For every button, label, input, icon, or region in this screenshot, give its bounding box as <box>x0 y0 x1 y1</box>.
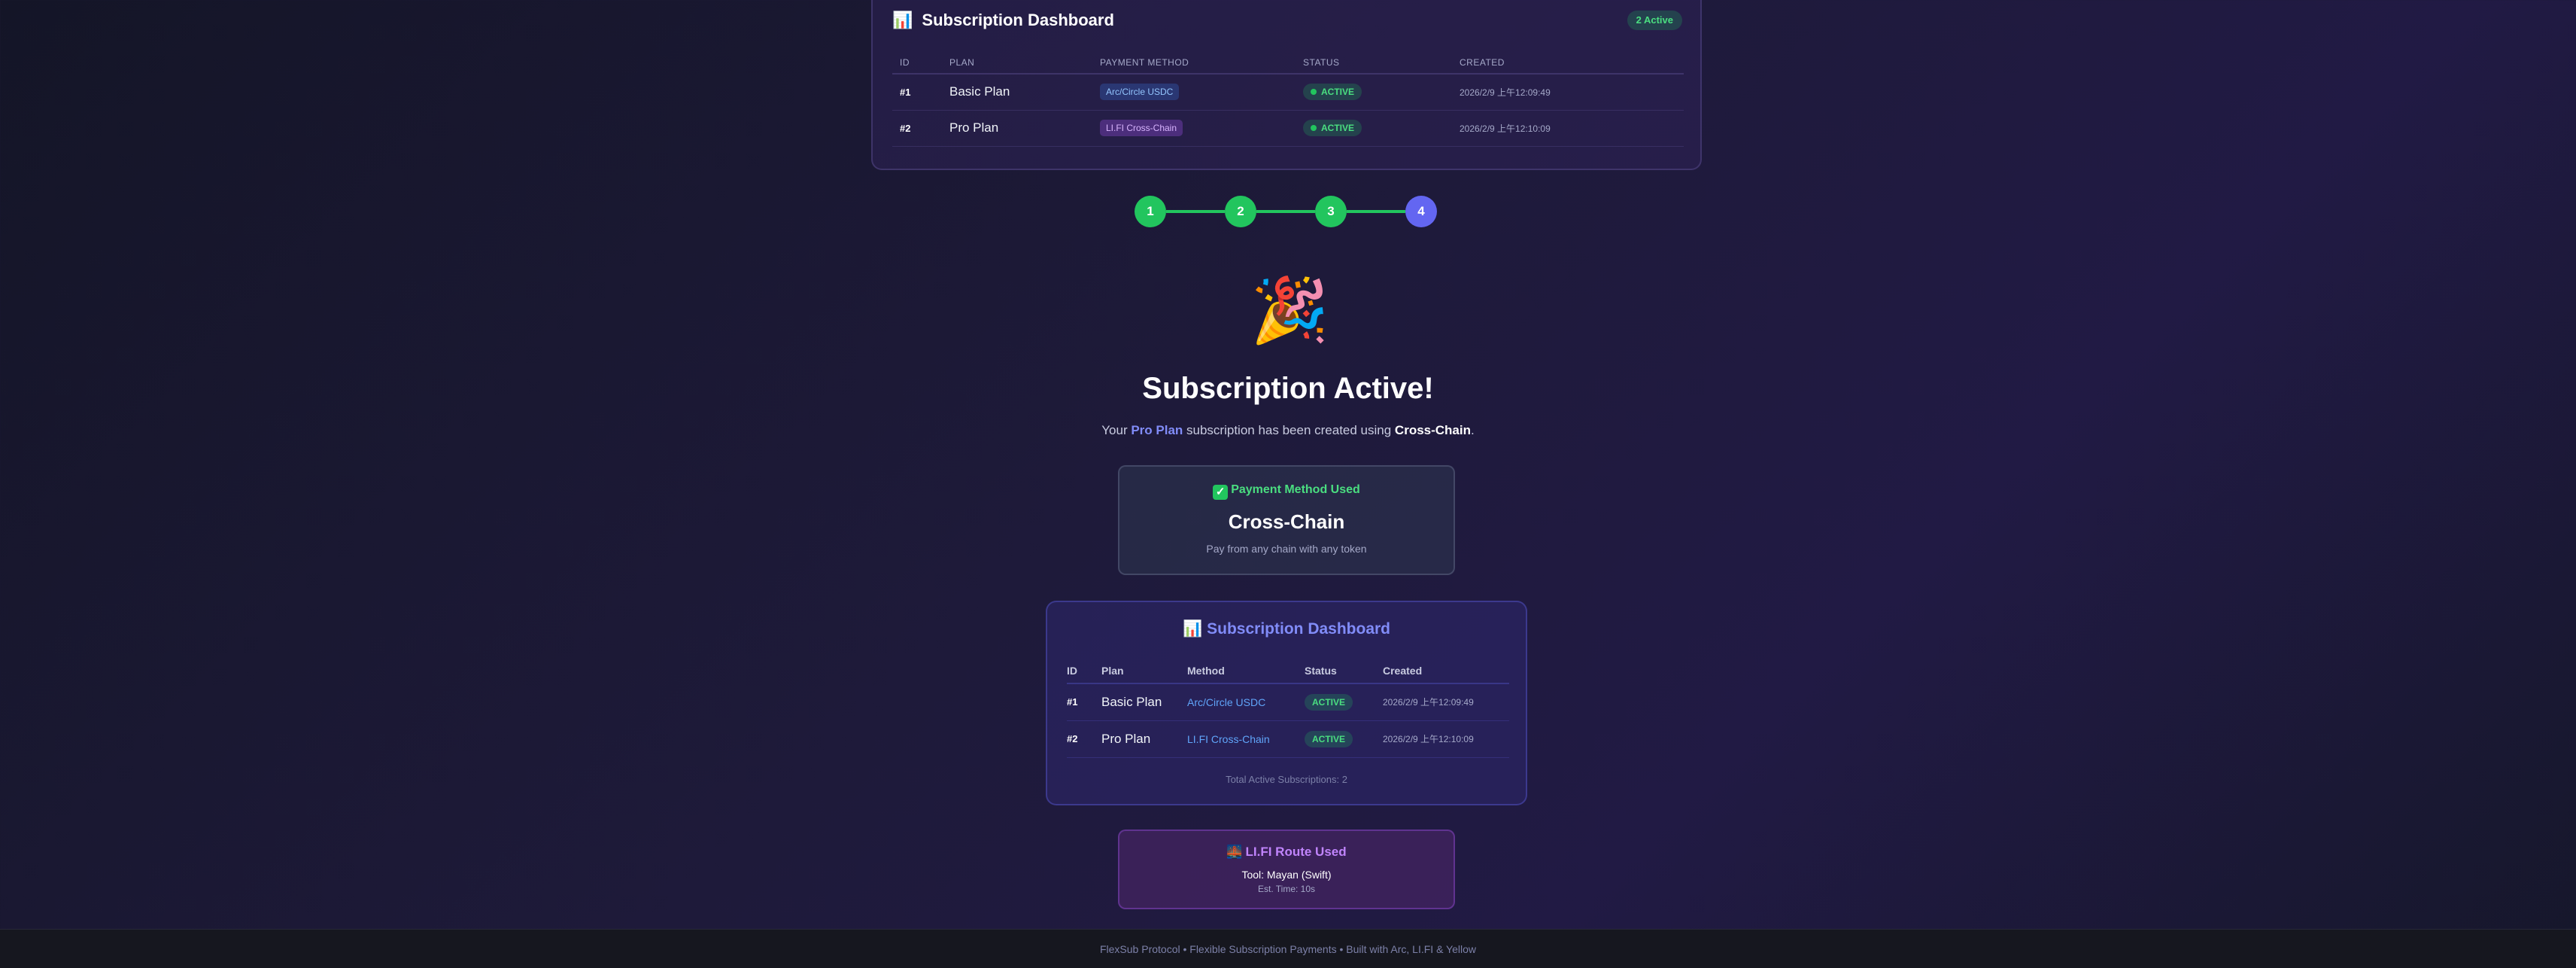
payment-method-name: Cross-Chain <box>1228 510 1345 533</box>
column-header-plan: Plan <box>1101 658 1187 684</box>
row-created: 2026/2/9 上午12:10:09 <box>1452 110 1684 147</box>
message-middle: subscription has been created using <box>1183 423 1395 437</box>
row-id: #1 <box>892 74 942 111</box>
payment-method-label-row: ✓ Payment Method Used <box>1119 483 1454 500</box>
top-dashboard-header: 📊 Subscription Dashboard <box>892 9 1114 32</box>
check-mark-icon: ✓ <box>1213 485 1229 500</box>
row-id: #1 <box>1067 683 1101 721</box>
column-header-id: ID <box>1067 658 1101 684</box>
top-subscription-dashboard: 📊 Subscription Dashboard 2 Active ID PLA… <box>871 0 1702 170</box>
row-method: Arc/Circle USDC <box>1187 683 1305 721</box>
column-header-method: Method <box>1187 658 1305 684</box>
total-active-subscriptions: Total Active Subscriptions: 2 <box>1226 774 1347 785</box>
dashboard-title: Subscription Dashboard <box>1207 620 1390 638</box>
row-plan: Pro Plan <box>1101 720 1187 758</box>
route-title: LI.FI Route Used <box>1245 845 1347 859</box>
column-header-id: ID <box>892 51 942 75</box>
subscriptions-table: ID Plan Method Status Created #1 Basic P… <box>1067 658 1509 758</box>
top-dashboard-title: Subscription Dashboard <box>922 11 1114 29</box>
page-footer: FlexSub Protocol • Flexible Subscription… <box>0 929 2576 968</box>
step-2: 2 <box>1225 196 1256 227</box>
payment-method-badge: Arc/Circle USDC <box>1100 84 1180 101</box>
column-header-status: STATUS <box>1296 51 1452 75</box>
column-header-status: Status <box>1305 658 1383 684</box>
active-count-badge: 2 Active <box>1627 11 1682 30</box>
message-suffix: . <box>1471 423 1475 437</box>
row-plan: Basic Plan <box>1101 683 1187 721</box>
payment-method-label: Payment Method Used <box>1231 483 1360 496</box>
plan-name: Pro Plan <box>1131 423 1183 437</box>
payment-method-card: ✓ Payment Method Used Cross-Chain Pay fro… <box>1118 465 1455 575</box>
step-connector <box>1166 210 1225 213</box>
lifi-route-card: 🌉 LI.FI Route Used Tool: Mayan (Swift) Es… <box>1118 829 1455 909</box>
step-connector <box>1256 210 1315 213</box>
route-eta: Est. Time: 10s <box>1257 884 1316 894</box>
method-name: Cross-Chain <box>1394 423 1471 437</box>
status-badge: ACTIVE <box>1303 84 1362 101</box>
column-header-created: CREATED <box>1452 51 1684 75</box>
table-row: #1 Basic Plan Arc/Circle USDC ACTIVE 202… <box>892 74 1684 111</box>
top-subscriptions-table: ID PLAN PAYMENT METHOD STATUS CREATED #1… <box>892 51 1684 147</box>
table-header-row: ID PLAN PAYMENT METHOD STATUS CREATED <box>892 51 1684 75</box>
table-header-row: ID Plan Method Status Created <box>1067 658 1509 684</box>
step-3: 3 <box>1315 196 1347 227</box>
status-badge: ACTIVE <box>1305 693 1353 711</box>
status-label: ACTIVE <box>1321 87 1355 98</box>
step-1: 1 <box>1135 196 1166 227</box>
status-label: ACTIVE <box>1321 123 1355 133</box>
row-created: 2026/2/9 上午12:09:49 <box>1383 683 1509 721</box>
table-row: #2 Pro Plan LI.FI Cross-Chain ACTIVE 202… <box>892 110 1684 147</box>
bar-chart-icon: 📊 <box>1182 620 1203 638</box>
payment-method-description: Pay from any chain with any token <box>1206 543 1367 555</box>
column-header-plan: PLAN <box>942 51 1092 75</box>
table-row: #2 Pro Plan LI.FI Cross-Chain ACTIVE 202… <box>1067 720 1509 758</box>
subscription-dashboard-card: 📊 Subscription Dashboard ID Plan Method S… <box>1046 601 1527 805</box>
step-connector <box>1347 210 1405 213</box>
column-header-created: Created <box>1383 658 1509 684</box>
dashboard-title-row: 📊 Subscription Dashboard <box>1047 620 1526 638</box>
route-title-row: 🌉 LI.FI Route Used <box>1119 845 1454 860</box>
row-created: 2026/2/9 上午12:10:09 <box>1383 720 1509 758</box>
row-id: #2 <box>892 110 942 147</box>
route-tool: Tool: Mayan (Swift) <box>1241 869 1332 881</box>
party-popper-icon: 🎉 <box>1250 275 1329 345</box>
status-badge: ACTIVE <box>1305 730 1353 747</box>
success-headline: Subscription Active! <box>1142 372 1434 405</box>
row-method: LI.FI Cross-Chain <box>1187 720 1305 758</box>
message-prefix: Your <box>1101 423 1132 437</box>
table-row: #1 Basic Plan Arc/Circle USDC ACTIVE 202… <box>1067 683 1509 721</box>
row-id: #2 <box>1067 720 1101 758</box>
progress-stepper: 1 2 3 4 <box>1135 196 1438 227</box>
column-header-payment-method: PAYMENT METHOD <box>1092 51 1296 75</box>
bar-chart-icon: 📊 <box>892 11 913 29</box>
success-message: Your Pro Plan subscription has been crea… <box>912 423 1664 438</box>
row-plan: Pro Plan <box>942 110 1092 147</box>
row-created: 2026/2/9 上午12:09:49 <box>1452 74 1684 111</box>
status-dot-icon <box>1311 89 1317 96</box>
bridge-icon: 🌉 <box>1226 845 1243 859</box>
payment-method-badge: LI.FI Cross-Chain <box>1100 120 1183 136</box>
status-badge: ACTIVE <box>1303 120 1362 136</box>
row-plan: Basic Plan <box>942 74 1092 111</box>
step-4: 4 <box>1405 196 1437 227</box>
status-dot-icon <box>1311 125 1317 131</box>
